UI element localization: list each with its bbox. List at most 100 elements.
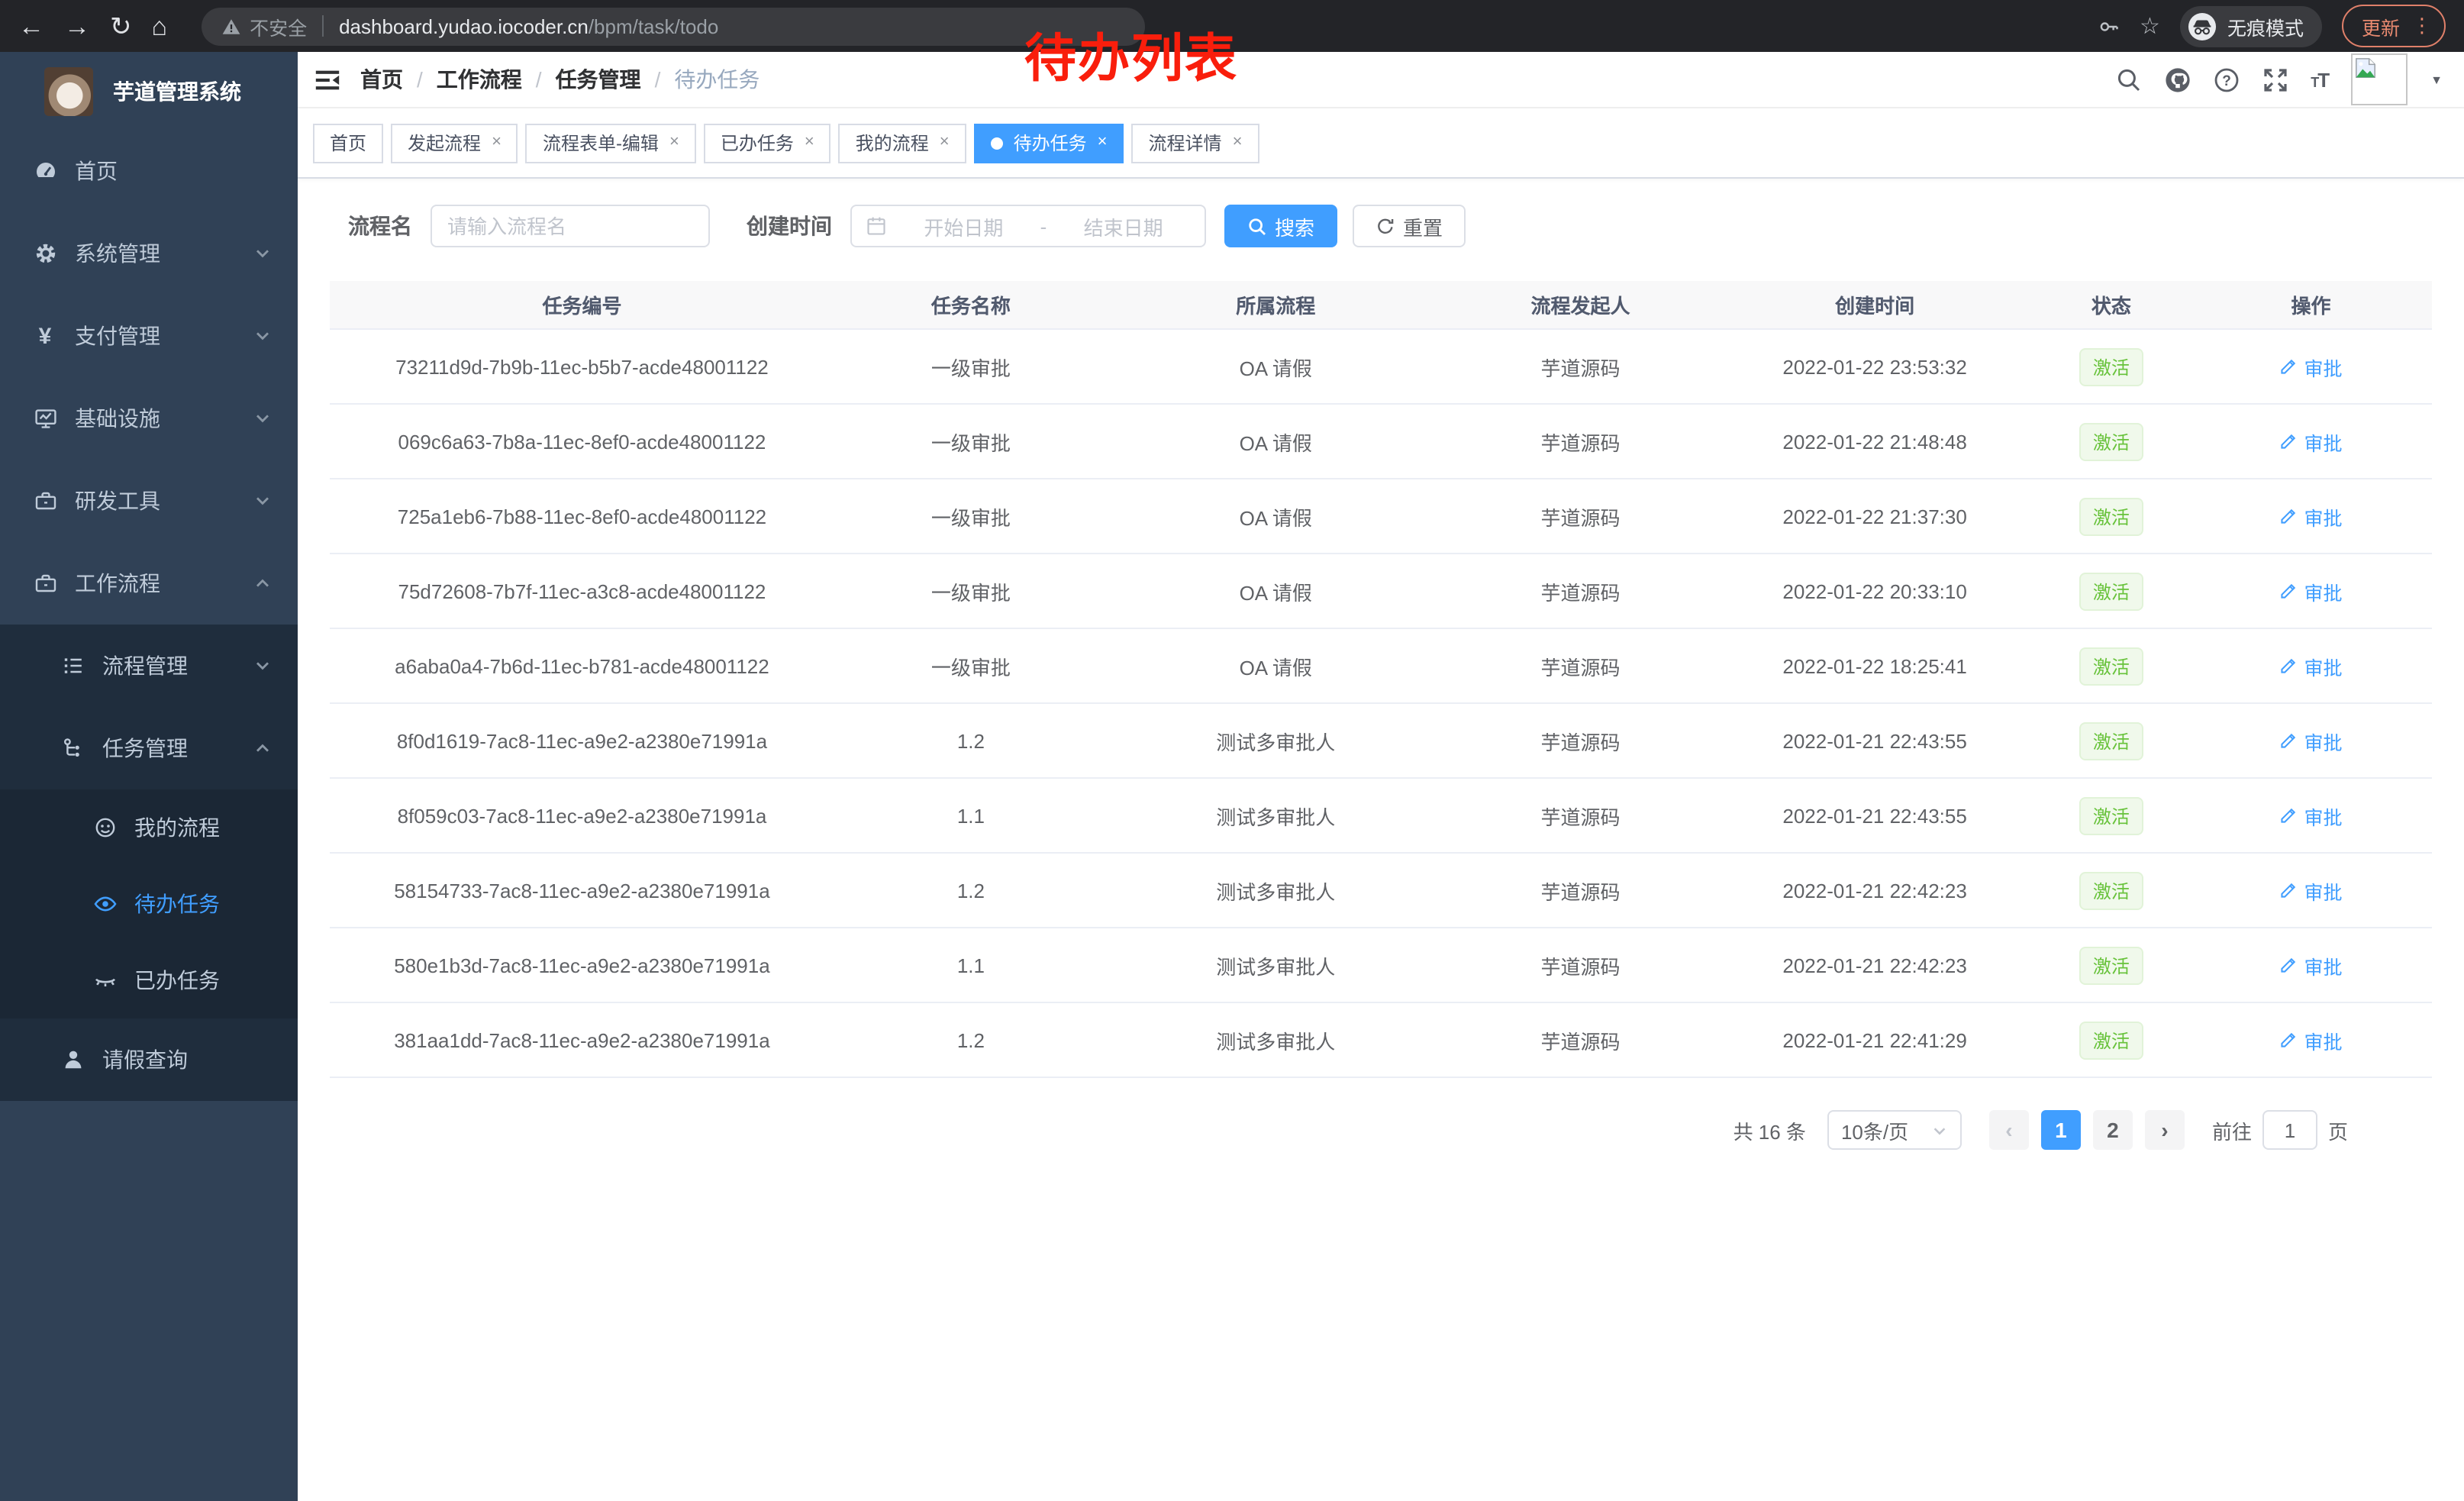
status-badge: 激活	[2079, 796, 2143, 834]
cell-task-name: 1.1	[834, 954, 1108, 976]
approve-link[interactable]: 审批	[2280, 576, 2343, 605]
approve-link[interactable]: 审批	[2280, 876, 2343, 905]
avatar[interactable]	[2351, 53, 2408, 105]
browser-menu-icon[interactable]: ⋮	[2412, 14, 2432, 38]
browser-back-icon[interactable]: ←	[18, 13, 44, 39]
sidebar-item-label: 支付管理	[75, 321, 160, 351]
end-date-placeholder[interactable]: 结束日期	[1056, 211, 1191, 240]
approve-link[interactable]: 审批	[2280, 726, 2343, 755]
search-button[interactable]: 搜索	[1224, 205, 1337, 247]
sidebar-item-todo-tasks[interactable]: 待办任务	[0, 866, 298, 942]
cell-task-id: 73211d9d-7b9b-11ec-b5b7-acde48001122	[330, 355, 834, 378]
approve-link[interactable]: 审批	[2280, 951, 2343, 980]
prev-page-button[interactable]: ‹	[1989, 1110, 2029, 1150]
sidebar-item-leave-query[interactable]: 请假查询	[0, 1018, 298, 1101]
help-icon[interactable]: ?	[2213, 66, 2239, 92]
sidebar-item-system[interactable]: 系统管理	[0, 212, 298, 295]
breadcrumb-workflow[interactable]: 工作流程	[437, 64, 522, 95]
user-face-icon	[92, 815, 118, 840]
breadcrumb-current: 待办任务	[674, 64, 760, 95]
url-path: /bpm/task/todo	[589, 15, 719, 37]
approve-link[interactable]: 审批	[2280, 352, 2343, 381]
sidebar-menu: 首页系统管理¥支付管理基础设施研发工具工作流程流程管理任务管理我的流程待办任务已…	[0, 130, 298, 1101]
avatar-caret-icon[interactable]: ▼	[2430, 73, 2443, 86]
tab-close-icon[interactable]: ×	[492, 134, 502, 151]
tab-close-icon[interactable]: ×	[940, 134, 950, 151]
fullscreen-icon[interactable]	[2262, 66, 2288, 92]
sidebar-item-my-process[interactable]: 我的流程	[0, 789, 298, 866]
cell-create-time: 2022-01-22 21:37:30	[1717, 505, 2033, 528]
start-date-placeholder[interactable]: 开始日期	[896, 211, 1031, 240]
address-bar[interactable]: 不安全 dashboard.yudao.iocoder.cn/bpm/task/…	[201, 7, 1144, 45]
goto-unit-label: 页	[2328, 1115, 2348, 1144]
tab-流程表单-编辑[interactable]: 流程表单-编辑×	[526, 123, 696, 163]
collapse-sidebar-icon[interactable]	[313, 65, 342, 94]
cell-create-time: 2022-01-22 23:53:32	[1717, 355, 2033, 378]
pencil-icon	[2280, 582, 2298, 600]
tab-close-icon[interactable]: ×	[805, 134, 814, 151]
date-range-picker[interactable]: 开始日期 - 结束日期	[850, 205, 1206, 247]
status-badge: 激活	[2079, 572, 2143, 610]
sidebar-item-payment[interactable]: ¥支付管理	[0, 295, 298, 377]
tab-发起流程[interactable]: 发起流程×	[391, 123, 518, 163]
key-icon[interactable]	[2097, 15, 2120, 37]
tab-close-icon[interactable]: ×	[1098, 134, 1108, 151]
col-task-id: 任务编号	[330, 290, 834, 319]
next-page-button[interactable]: ›	[2145, 1110, 2185, 1150]
tab-流程详情[interactable]: 流程详情×	[1132, 123, 1259, 163]
cell-starter: 芋道源码	[1444, 1025, 1717, 1054]
approve-link[interactable]: 审批	[2280, 502, 2343, 531]
tab-close-icon[interactable]: ×	[1233, 134, 1243, 151]
total-count: 共 16 条	[1734, 1115, 1806, 1144]
goto-page-input[interactable]	[2262, 1110, 2317, 1150]
eye-icon	[92, 892, 118, 916]
approve-link[interactable]: 审批	[2280, 651, 2343, 680]
reset-button[interactable]: 重置	[1353, 205, 1466, 247]
cell-create-time: 2022-01-21 22:42:23	[1717, 954, 2033, 976]
tab-close-icon[interactable]: ×	[669, 134, 679, 151]
approve-link[interactable]: 审批	[2280, 427, 2343, 456]
cell-status: 激活	[2033, 422, 2191, 460]
process-name-input[interactable]	[431, 205, 710, 247]
cell-task-id: 381aa1dd-7ac8-11ec-a9e2-a2380e71991a	[330, 1028, 834, 1051]
sidebar-item-done-tasks[interactable]: 已办任务	[0, 942, 298, 1018]
table-row: 725a1eb6-7b88-11ec-8ef0-acde48001122一级审批…	[330, 479, 2432, 554]
active-tab-dot	[991, 137, 1003, 149]
cell-task-name: 一级审批	[834, 502, 1108, 531]
sidebar-item-workflow[interactable]: 工作流程	[0, 542, 298, 625]
bookmark-star-icon[interactable]: ☆	[2140, 12, 2160, 40]
sidebar-item-home[interactable]: 首页	[0, 130, 298, 212]
search-icon[interactable]	[2115, 66, 2141, 92]
cell-task-name: 一级审批	[834, 576, 1108, 605]
tab-我的流程[interactable]: 我的流程×	[839, 123, 966, 163]
font-size-icon[interactable]: TT	[2311, 68, 2328, 91]
app-logo-row[interactable]: 芋道管理系统	[0, 52, 298, 130]
sidebar-item-label: 已办任务	[134, 965, 220, 996]
page-button-1[interactable]: 1	[2041, 1110, 2081, 1150]
browser-home-icon[interactable]: ⌂	[152, 13, 168, 39]
sidebar-item-infra[interactable]: 基础设施	[0, 377, 298, 460]
cell-action: 审批	[2190, 427, 2432, 456]
tab-首页[interactable]: 首页	[313, 123, 383, 163]
sidebar-item-process-mgmt[interactable]: 流程管理	[0, 625, 298, 707]
breadcrumb-home[interactable]: 首页	[360, 64, 403, 95]
browser-reload-icon[interactable]: ↻	[110, 13, 132, 39]
cell-task-id: 580e1b3d-7ac8-11ec-a9e2-a2380e71991a	[330, 954, 834, 976]
page-button-2[interactable]: 2	[2093, 1110, 2133, 1150]
approve-link[interactable]: 审批	[2280, 1025, 2343, 1054]
app-title: 芋道管理系统	[113, 76, 241, 106]
sidebar-item-devtools[interactable]: 研发工具	[0, 460, 298, 542]
sidebar-item-label: 首页	[75, 156, 118, 186]
tab-待办任务[interactable]: 待办任务×	[974, 123, 1124, 163]
github-icon[interactable]	[2164, 66, 2190, 92]
page-size-select[interactable]: 10条/页	[1827, 1110, 1962, 1150]
pencil-icon	[2280, 507, 2298, 525]
browser-forward-icon[interactable]: →	[64, 13, 90, 39]
update-label: 更新	[2362, 11, 2400, 40]
sidebar-item-task-mgmt[interactable]: 任务管理	[0, 707, 298, 789]
breadcrumb-task-mgmt[interactable]: 任务管理	[556, 64, 641, 95]
security-label[interactable]: 不安全	[250, 11, 307, 40]
tab-已办任务[interactable]: 已办任务×	[704, 123, 831, 163]
browser-update-button[interactable]: 更新 ⋮	[2342, 5, 2446, 47]
approve-link[interactable]: 审批	[2280, 801, 2343, 830]
